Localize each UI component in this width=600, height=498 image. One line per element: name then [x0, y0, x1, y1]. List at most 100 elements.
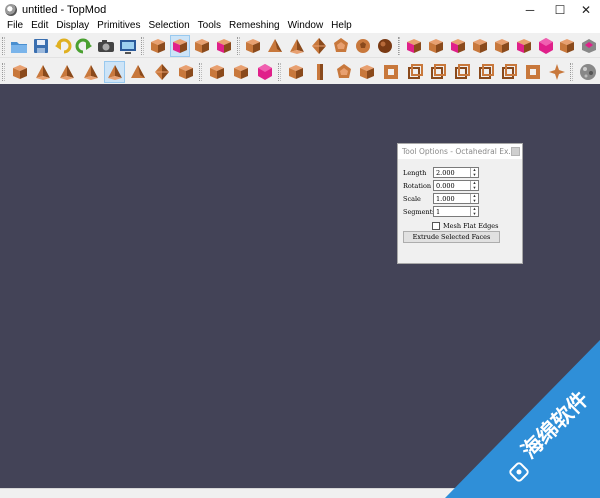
- title-bar: untitled - TopMod ─ ☐ ✕: [0, 0, 600, 19]
- hexagonal-icon[interactable]: [498, 61, 520, 83]
- tetrahedron-primitive-icon[interactable]: [265, 35, 285, 57]
- minimize-button[interactable]: ─: [515, 0, 545, 19]
- rotation-stepper-icon[interactable]: ▲ ▼: [470, 181, 478, 190]
- segments-spinbox[interactable]: 1 ▲ ▼: [433, 206, 479, 217]
- splice-corners-icon[interactable]: [514, 35, 534, 57]
- rotation-value[interactable]: 0.000: [434, 182, 455, 190]
- honeycomb-icon[interactable]: [522, 61, 544, 83]
- icosahedral-extrude-icon[interactable]: [56, 61, 78, 83]
- conical-icon[interactable]: [206, 61, 228, 83]
- save-disk-icon[interactable]: [31, 35, 51, 57]
- rotation-spinbox[interactable]: 0.000 ▲ ▼: [433, 180, 479, 191]
- menu-primitives[interactable]: Primitives: [93, 19, 144, 33]
- menu-remeshing[interactable]: Remeshing: [225, 19, 284, 33]
- dialog-title[interactable]: Tool Options - Octahedral Ex...: [398, 144, 522, 159]
- length-label: Length: [403, 168, 427, 177]
- cube-primitive-icon[interactable]: [244, 35, 264, 57]
- hemispherical-extrude-icon[interactable]: [175, 61, 197, 83]
- toolbar-grip[interactable]: [397, 36, 401, 55]
- stellate-extrude-icon[interactable]: [103, 60, 126, 83]
- toolbar-grip[interactable]: [278, 62, 282, 81]
- sculpting-icon[interactable]: [285, 61, 307, 83]
- scale-stepper-icon[interactable]: ▲ ▼: [470, 194, 478, 203]
- icosahedron-primitive-icon[interactable]: [353, 35, 373, 57]
- close-button[interactable]: ✕: [571, 0, 600, 19]
- simplest-remesh-icon[interactable]: [451, 61, 473, 83]
- length-spinbox[interactable]: 2.000 ▲ ▼: [433, 167, 479, 178]
- menu-tools[interactable]: Tools: [194, 19, 225, 33]
- length-stepper-icon[interactable]: ▲ ▼: [470, 168, 478, 177]
- corner-cutting-icon[interactable]: [404, 61, 426, 83]
- window-title: untitled - TopMod: [22, 3, 107, 16]
- select-face-icon[interactable]: [169, 34, 190, 57]
- redo-icon[interactable]: [74, 35, 94, 57]
- menu-file[interactable]: File: [3, 19, 27, 33]
- app-logo-icon: [5, 3, 17, 16]
- catmull-clark-icon[interactable]: [356, 61, 378, 83]
- segments-value[interactable]: 1: [434, 208, 440, 216]
- mesh-flat-edges-checkbox[interactable]: [432, 222, 440, 230]
- rind-icon[interactable]: [230, 61, 252, 83]
- selection-options-icon[interactable]: [557, 35, 577, 57]
- octahedron-primitive-icon[interactable]: [309, 35, 329, 57]
- insert-edge-icon[interactable]: [404, 35, 424, 57]
- toolbar-grip[interactable]: [236, 36, 240, 55]
- subdivide-edge-icon[interactable]: [470, 35, 490, 57]
- pyramid-primitive-icon[interactable]: [287, 35, 307, 57]
- delete-edge-icon[interactable]: [426, 35, 446, 57]
- toolbar-grip[interactable]: [570, 62, 574, 81]
- scale-spinbox[interactable]: 1.000 ▲ ▼: [433, 193, 479, 204]
- mesh-flat-edges-label[interactable]: Mesh Flat Edges: [443, 222, 498, 230]
- column-modeling-icon[interactable]: [309, 61, 331, 83]
- collapse-edge-icon[interactable]: [448, 35, 468, 57]
- menu-display[interactable]: Display: [52, 19, 93, 33]
- fractal-icon[interactable]: [546, 61, 568, 83]
- segments-row: Segments 1 ▲ ▼: [403, 206, 479, 217]
- transforms-icon[interactable]: [536, 35, 556, 57]
- tool-options-dialog: Tool Options - Octahedral Ex... Length 2…: [397, 143, 523, 264]
- length-value[interactable]: 2.000: [434, 169, 455, 177]
- extrude-tool-icon[interactable]: [579, 35, 599, 57]
- cubical-extrude-icon[interactable]: [9, 61, 31, 83]
- open-folder-icon[interactable]: [9, 35, 29, 57]
- extrude-selected-faces-button[interactable]: Extrude Selected Faces: [403, 231, 500, 243]
- wireframe-icon[interactable]: [254, 61, 276, 83]
- segments-stepper-icon[interactable]: ▲ ▼: [470, 207, 478, 216]
- pentagonal-icon[interactable]: [475, 61, 497, 83]
- scale-value[interactable]: 1.000: [434, 195, 455, 203]
- undo-icon[interactable]: [53, 35, 73, 57]
- dialog-close-icon[interactable]: [511, 147, 520, 156]
- toolbar-grip[interactable]: [2, 62, 5, 81]
- status-bar: [0, 488, 600, 498]
- mesh-flat-edges-option[interactable]: Mesh Flat Edges: [432, 221, 498, 231]
- connect-edges-icon[interactable]: [492, 35, 512, 57]
- scale-row: Scale 1.000 ▲ ▼: [403, 193, 479, 204]
- octahedral-extrude-icon[interactable]: [80, 61, 102, 83]
- screenshot-icon[interactable]: [118, 35, 138, 57]
- select-corner-icon[interactable]: [214, 35, 234, 57]
- menu-window[interactable]: Window: [284, 19, 328, 33]
- doo-sabin-icon[interactable]: [333, 61, 355, 83]
- menu-edit[interactable]: Edit: [27, 19, 52, 33]
- select-edge-icon[interactable]: [192, 35, 212, 57]
- camera-icon[interactable]: [96, 35, 116, 57]
- loop-style-icon[interactable]: [427, 61, 449, 83]
- texture-sphere-icon[interactable]: [577, 61, 599, 83]
- menu-help[interactable]: Help: [327, 19, 356, 33]
- soccerball-primitive-icon[interactable]: [375, 35, 395, 57]
- toolbar-grip[interactable]: [199, 62, 203, 81]
- length-row: Length 2.000 ▲ ▼: [403, 167, 479, 178]
- toolbar-grip[interactable]: [141, 36, 144, 55]
- toolbar-grip[interactable]: [2, 36, 5, 55]
- dome-extrude-icon[interactable]: [151, 61, 173, 83]
- dodecahedral-extrude-icon[interactable]: [33, 61, 55, 83]
- wireframe-remesh-icon[interactable]: [380, 61, 402, 83]
- menu-selection[interactable]: Selection: [145, 19, 194, 33]
- dodecahedron-primitive-icon[interactable]: [331, 35, 351, 57]
- double-stellate-extrude-icon[interactable]: [127, 61, 149, 83]
- select-vertex-icon[interactable]: [148, 35, 168, 57]
- segments-label: Segments: [403, 207, 436, 216]
- menu-bar: File Edit Display Primitives Selection T…: [0, 19, 600, 33]
- scale-label: Scale: [403, 194, 421, 203]
- rotation-label: Rotation: [403, 181, 432, 190]
